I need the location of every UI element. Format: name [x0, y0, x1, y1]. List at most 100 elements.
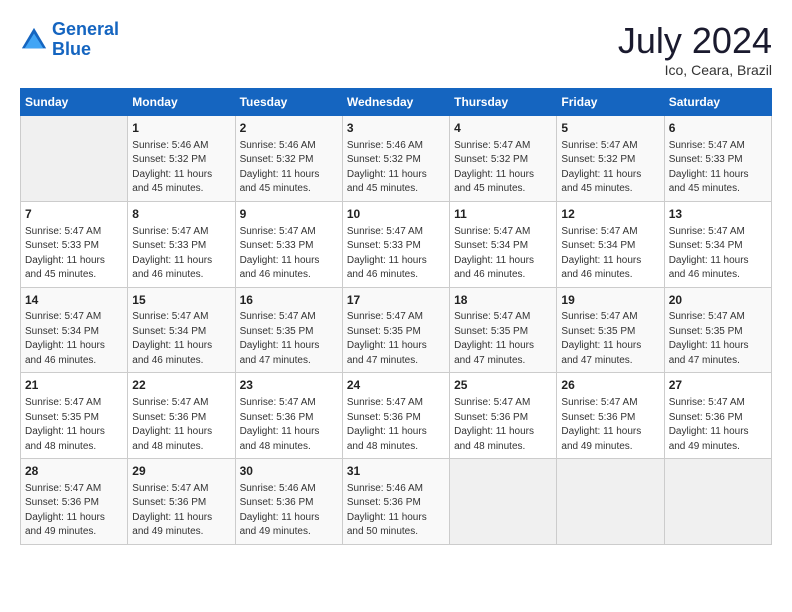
- month-title: July 2024: [618, 20, 772, 62]
- day-cell: [450, 459, 557, 545]
- day-cell: [664, 459, 771, 545]
- day-number: 19: [561, 292, 659, 309]
- day-number: 31: [347, 463, 445, 480]
- day-number: 13: [669, 206, 767, 223]
- day-info: Sunrise: 5:46 AM Sunset: 5:36 PM Dayligh…: [240, 482, 338, 540]
- day-info: Sunrise: 5:47 AM Sunset: 5:33 PM Dayligh…: [240, 225, 338, 283]
- day-info: Sunrise: 5:47 AM Sunset: 5:35 PM Dayligh…: [240, 310, 338, 368]
- day-cell: 26 Sunrise: 5:47 AM Sunset: 5:36 PM Dayli…: [557, 373, 664, 459]
- day-number: 29: [132, 463, 230, 480]
- day-info: Sunrise: 5:47 AM Sunset: 5:34 PM Dayligh…: [669, 225, 767, 283]
- day-cell: 13 Sunrise: 5:47 AM Sunset: 5:34 PM Dayli…: [664, 201, 771, 287]
- day-cell: 14Sunrise: 5:47 AM Sunset: 5:34 PM Dayli…: [21, 287, 128, 373]
- day-cell: 18Sunrise: 5:47 AM Sunset: 5:35 PM Dayli…: [450, 287, 557, 373]
- day-cell: 17Sunrise: 5:47 AM Sunset: 5:35 PM Dayli…: [342, 287, 449, 373]
- day-number: 18: [454, 292, 552, 309]
- day-number: 9: [240, 206, 338, 223]
- day-info: Sunrise: 5:46 AM Sunset: 5:32 PM Dayligh…: [347, 139, 445, 197]
- day-number: 27: [669, 377, 767, 394]
- day-cell: 12 Sunrise: 5:47 AM Sunset: 5:34 PM Dayli…: [557, 201, 664, 287]
- week-row-2: 7Sunrise: 5:47 AM Sunset: 5:33 PM Daylig…: [21, 201, 772, 287]
- day-info: Sunrise: 5:47 AM Sunset: 5:35 PM Dayligh…: [669, 310, 767, 368]
- day-cell: 20Sunrise: 5:47 AM Sunset: 5:35 PM Dayli…: [664, 287, 771, 373]
- day-number: 22: [132, 377, 230, 394]
- logo-line2: Blue: [52, 39, 91, 59]
- day-cell: 1 Sunrise: 5:46 AM Sunset: 5:32 PM Daylig…: [128, 116, 235, 202]
- week-row-3: 14 Sunrise: 5:47 AM Sunset: 5:34 PM Dayli…: [21, 287, 772, 373]
- week-row-4: 21Sunrise: 5:47 AM Sunset: 5:35 PM Dayli…: [21, 373, 772, 459]
- day-number: 12: [561, 206, 659, 223]
- day-number: 2: [240, 120, 338, 137]
- day-info: Sunrise: 5:47 AM Sunset: 5:35 PM Dayligh…: [347, 310, 445, 368]
- day-number: 8: [132, 206, 230, 223]
- location: Ico, Ceara, Brazil: [618, 62, 772, 78]
- day-number: 23: [240, 377, 338, 394]
- day-cell: 29 Sunrise: 5:47 AM Sunset: 5:36 PM Dayli…: [128, 459, 235, 545]
- day-cell: 25 Sunrise: 5:47 AM Sunset: 5:36 PM Dayli…: [450, 373, 557, 459]
- day-info: Sunrise: 5:47 AM Sunset: 5:36 PM Dayligh…: [240, 396, 338, 454]
- day-info: Sunrise: 5:47 AM Sunset: 5:36 PM Dayligh…: [561, 396, 659, 454]
- day-info: Sunrise: 5:47 AM Sunset: 5:36 PM Dayligh…: [132, 396, 230, 454]
- day-cell: 28 Sunrise: 5:47 AM Sunset: 5:36 PM Dayli…: [21, 459, 128, 545]
- day-cell: 23 Sunrise: 5:47 AM Sunset: 5:36 PM Dayli…: [235, 373, 342, 459]
- weekday-header-saturday: Saturday: [664, 89, 771, 116]
- day-number: 17: [347, 292, 445, 309]
- day-info: Sunrise: 5:47 AM Sunset: 5:34 PM Dayligh…: [561, 225, 659, 283]
- day-cell: 2 Sunrise: 5:46 AM Sunset: 5:32 PM Daylig…: [235, 116, 342, 202]
- day-info: Sunrise: 5:47 AM Sunset: 5:32 PM Dayligh…: [454, 139, 552, 197]
- day-cell: 31Sunrise: 5:46 AM Sunset: 5:36 PM Dayli…: [342, 459, 449, 545]
- day-info: Sunrise: 5:47 AM Sunset: 5:32 PM Dayligh…: [561, 139, 659, 197]
- weekday-header-wednesday: Wednesday: [342, 89, 449, 116]
- day-number: 11: [454, 206, 552, 223]
- day-number: 26: [561, 377, 659, 394]
- day-cell: 4 Sunrise: 5:47 AM Sunset: 5:32 PM Daylig…: [450, 116, 557, 202]
- day-number: 16: [240, 292, 338, 309]
- day-info: Sunrise: 5:47 AM Sunset: 5:36 PM Dayligh…: [454, 396, 552, 454]
- day-cell: [21, 116, 128, 202]
- day-cell: 10 Sunrise: 5:47 AM Sunset: 5:33 PM Dayli…: [342, 201, 449, 287]
- logo-text: General Blue: [52, 20, 119, 60]
- weekday-header-monday: Monday: [128, 89, 235, 116]
- day-cell: 7Sunrise: 5:47 AM Sunset: 5:33 PM Daylig…: [21, 201, 128, 287]
- day-cell: 6Sunrise: 5:47 AM Sunset: 5:33 PM Daylig…: [664, 116, 771, 202]
- day-info: Sunrise: 5:47 AM Sunset: 5:34 PM Dayligh…: [454, 225, 552, 283]
- day-info: Sunrise: 5:47 AM Sunset: 5:33 PM Dayligh…: [347, 225, 445, 283]
- day-number: 14: [25, 292, 123, 309]
- day-number: 28: [25, 463, 123, 480]
- day-number: 1: [132, 120, 230, 137]
- day-cell: 9 Sunrise: 5:47 AM Sunset: 5:33 PM Daylig…: [235, 201, 342, 287]
- day-number: 4: [454, 120, 552, 137]
- week-row-5: 28 Sunrise: 5:47 AM Sunset: 5:36 PM Dayli…: [21, 459, 772, 545]
- week-row-1: 1 Sunrise: 5:46 AM Sunset: 5:32 PM Daylig…: [21, 116, 772, 202]
- day-number: 20: [669, 292, 767, 309]
- day-cell: 27 Sunrise: 5:47 AM Sunset: 5:36 PM Dayli…: [664, 373, 771, 459]
- calendar-table: SundayMondayTuesdayWednesdayThursdayFrid…: [20, 88, 772, 545]
- day-cell: 8 Sunrise: 5:47 AM Sunset: 5:33 PM Daylig…: [128, 201, 235, 287]
- day-number: 15: [132, 292, 230, 309]
- day-info: Sunrise: 5:46 AM Sunset: 5:32 PM Dayligh…: [240, 139, 338, 197]
- day-info: Sunrise: 5:47 AM Sunset: 5:35 PM Dayligh…: [25, 396, 123, 454]
- day-info: Sunrise: 5:47 AM Sunset: 5:34 PM Dayligh…: [132, 310, 230, 368]
- day-number: 10: [347, 206, 445, 223]
- day-cell: 11 Sunrise: 5:47 AM Sunset: 5:34 PM Dayli…: [450, 201, 557, 287]
- day-info: Sunrise: 5:46 AM Sunset: 5:32 PM Dayligh…: [132, 139, 230, 197]
- day-info: Sunrise: 5:47 AM Sunset: 5:33 PM Dayligh…: [132, 225, 230, 283]
- logo-line1: General: [52, 19, 119, 39]
- day-cell: 22 Sunrise: 5:47 AM Sunset: 5:36 PM Dayli…: [128, 373, 235, 459]
- day-cell: [557, 459, 664, 545]
- weekday-header-tuesday: Tuesday: [235, 89, 342, 116]
- day-cell: 30Sunrise: 5:46 AM Sunset: 5:36 PM Dayli…: [235, 459, 342, 545]
- day-info: Sunrise: 5:47 AM Sunset: 5:36 PM Dayligh…: [25, 482, 123, 540]
- day-number: 5: [561, 120, 659, 137]
- day-info: Sunrise: 5:47 AM Sunset: 5:35 PM Dayligh…: [561, 310, 659, 368]
- day-cell: 16Sunrise: 5:47 AM Sunset: 5:35 PM Dayli…: [235, 287, 342, 373]
- logo: General Blue: [20, 20, 119, 60]
- day-cell: 3Sunrise: 5:46 AM Sunset: 5:32 PM Daylig…: [342, 116, 449, 202]
- day-cell: 15Sunrise: 5:47 AM Sunset: 5:34 PM Dayli…: [128, 287, 235, 373]
- day-info: Sunrise: 5:47 AM Sunset: 5:33 PM Dayligh…: [669, 139, 767, 197]
- weekday-header-thursday: Thursday: [450, 89, 557, 116]
- day-number: 25: [454, 377, 552, 394]
- weekday-header-friday: Friday: [557, 89, 664, 116]
- day-info: Sunrise: 5:47 AM Sunset: 5:36 PM Dayligh…: [669, 396, 767, 454]
- day-info: Sunrise: 5:47 AM Sunset: 5:36 PM Dayligh…: [132, 482, 230, 540]
